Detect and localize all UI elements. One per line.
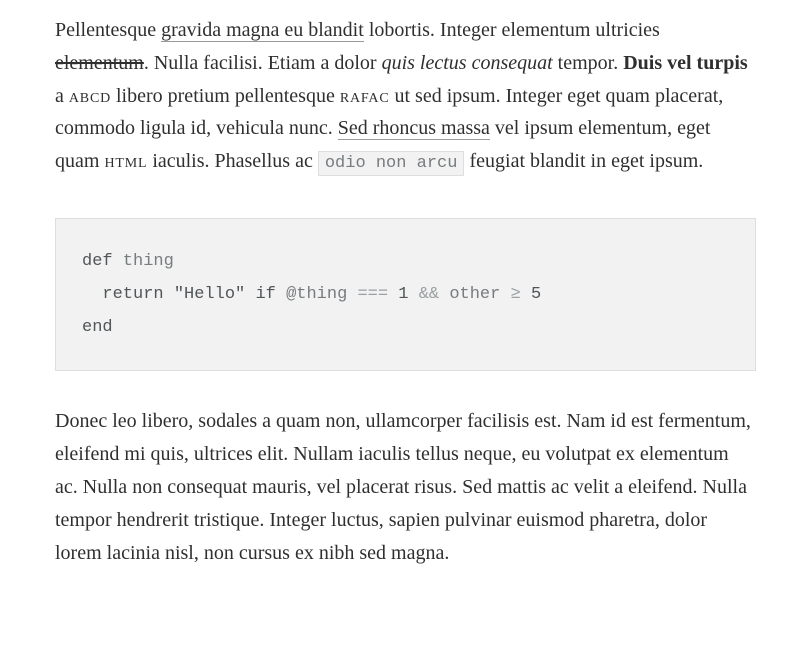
code-op-ge: ≥ (511, 285, 521, 304)
link-sed-rhoncus[interactable]: Sed rhoncus massa (338, 117, 490, 140)
strikethrough-text: elementum (55, 52, 144, 74)
text-run: libero pretium pellentesque (111, 85, 340, 107)
smallcaps-rafac: rafac (340, 85, 390, 107)
inline-code: odio non arcu (318, 151, 465, 176)
code-op-and: && (419, 285, 439, 304)
code-space (521, 285, 531, 304)
code-keyword-if: if (255, 285, 275, 304)
code-number-5: 5 (531, 285, 541, 304)
emphasis-text: quis lectus consequat (382, 52, 553, 74)
text-run: . Nulla facilisi. Etiam a dolor (144, 52, 382, 74)
paragraph-1: Pellentesque gravida magna eu blandit lo… (55, 14, 756, 178)
text-run: Pellentesque (55, 19, 161, 41)
code-space (500, 285, 510, 304)
code-string: "Hello" (174, 285, 245, 304)
smallcaps-abcd: abcd (69, 85, 111, 107)
code-space (276, 285, 286, 304)
code-indent (82, 285, 102, 304)
code-name-other: other (449, 285, 500, 304)
text-run: a (55, 85, 69, 107)
code-space (245, 285, 255, 304)
text-run: iaculis. Phasellus ac (147, 150, 318, 172)
text-run: feugiat blandit in eget ipsum. (464, 150, 703, 172)
code-space (439, 285, 449, 304)
paragraph-2: Donec leo libero, sodales a quam non, ul… (55, 405, 756, 569)
strong-text: Duis vel turpis (623, 52, 747, 74)
smallcaps-html: html (104, 150, 147, 172)
code-number-1: 1 (398, 285, 408, 304)
link-gravida[interactable]: gravida magna eu blandit (161, 19, 364, 42)
text-run: lobortis. Integer elementum ultricies (364, 19, 660, 41)
code-op-eqeqeq: === (357, 285, 388, 304)
code-space (388, 285, 398, 304)
code-keyword-def: def (82, 252, 113, 271)
text-run: tempor. (553, 52, 624, 74)
document-page: Pellentesque gravida magna eu blandit lo… (0, 0, 796, 569)
code-space (164, 285, 174, 304)
code-keyword-end: end (82, 318, 113, 337)
code-block: def thing return "Hello" if @thing === 1… (55, 218, 756, 371)
code-keyword-return: return (102, 285, 163, 304)
code-space (347, 285, 357, 304)
code-name: thing (113, 252, 174, 271)
code-ivar: @thing (286, 285, 347, 304)
code-space (409, 285, 419, 304)
